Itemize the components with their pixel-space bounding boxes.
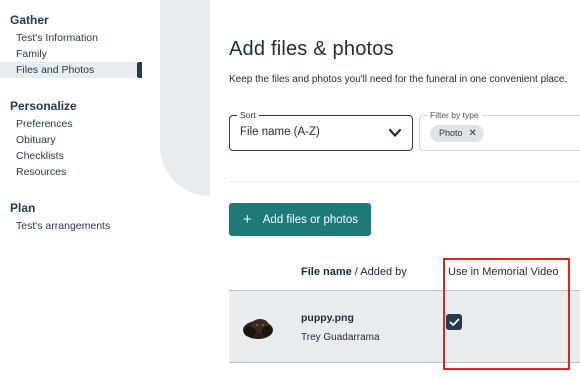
- column-header-file-name: File name / Added by: [301, 266, 407, 278]
- sort-value: File name (A-Z): [240, 126, 320, 138]
- chevron-down-icon: [388, 128, 402, 137]
- add-files-button-label: Add files or photos: [262, 213, 359, 226]
- nav-section-gather: Gather Test's Information Family Files a…: [0, 12, 160, 78]
- annotation-highlight-box: [443, 258, 570, 370]
- added-by: Trey Guadarrama: [301, 332, 380, 343]
- add-files-button[interactable]: + Add files or photos: [229, 203, 371, 236]
- file-name[interactable]: puppy.png: [301, 312, 354, 324]
- sidebar-decoration: [160, 0, 210, 196]
- filter-label: Filter by type: [427, 110, 482, 120]
- sidebar-item-resources[interactable]: Resources: [0, 164, 142, 180]
- sidebar-item-checklists[interactable]: Checklists: [0, 148, 142, 164]
- filter-by-type-field[interactable]: Filter by type Photo ✕: [419, 110, 580, 151]
- column-header-file-name-label: File name: [301, 266, 352, 278]
- puppy-thumbnail-image[interactable]: [240, 315, 276, 341]
- sidebar-item-files-and-photos[interactable]: Files and Photos: [0, 62, 142, 78]
- sort-select[interactable]: Sort File name (A-Z): [229, 110, 413, 151]
- sidebar-item-family[interactable]: Family: [0, 46, 142, 62]
- sort-label: Sort: [237, 110, 259, 120]
- divider: [229, 181, 580, 182]
- sidebar-item-tests-arrangements[interactable]: Test's arrangements: [0, 218, 142, 234]
- sidebar-item-obituary[interactable]: Obituary: [0, 132, 142, 148]
- column-header-added-by-label: / Added by: [351, 266, 407, 278]
- nav-heading-personalize: Personalize: [10, 99, 77, 113]
- plus-icon: +: [243, 211, 252, 228]
- nav-section-plan: Plan Test's arrangements: [0, 200, 160, 234]
- nav-heading-plan: Plan: [10, 201, 36, 215]
- nav-heading-gather: Gather: [10, 13, 49, 27]
- sidebar-item-tests-information[interactable]: Test's Information: [0, 30, 142, 46]
- sidebar: Gather Test's Information Family Files a…: [0, 0, 210, 380]
- sidebar-item-preferences[interactable]: Preferences: [0, 116, 142, 132]
- filter-chip-label: Photo: [439, 128, 463, 138]
- close-icon[interactable]: ✕: [469, 125, 477, 142]
- page-title: Add files & photos: [229, 38, 394, 60]
- nav-section-personalize: Personalize Preferences Obituary Checkli…: [0, 98, 160, 180]
- filter-chip-photo: Photo ✕: [430, 125, 484, 142]
- page-description: Keep the files and photos you'll need fo…: [229, 74, 568, 85]
